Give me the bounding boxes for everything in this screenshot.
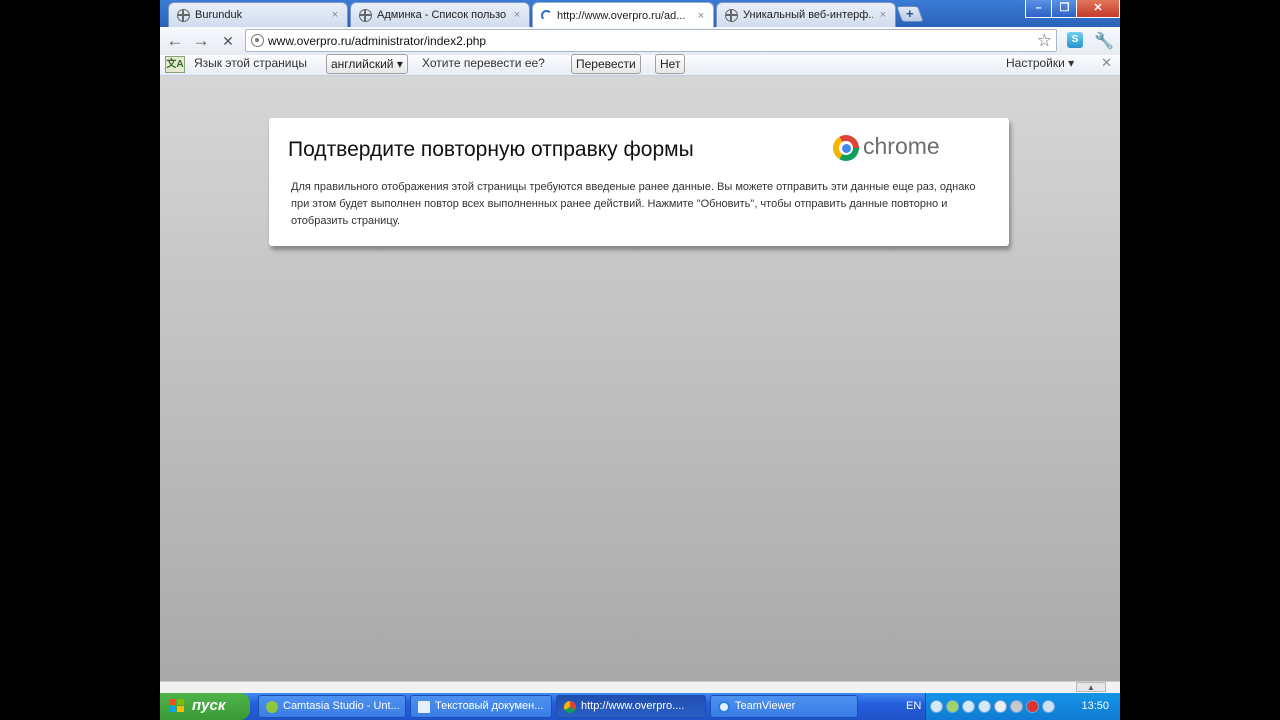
network-icon[interactable] (1010, 700, 1023, 713)
document-icon (418, 701, 430, 713)
tray-app-icon[interactable] (978, 700, 991, 713)
back-button[interactable]: ← (165, 31, 185, 51)
close-icon[interactable]: × (329, 9, 341, 21)
form-resubmission-dialog: Подтвердите повторную отправку формы chr… (269, 118, 1009, 246)
tab-strip: Burunduk × Админка - Список пользо... × … (160, 0, 1120, 28)
chrome-icon (564, 701, 576, 713)
forward-button[interactable]: → (191, 31, 211, 51)
url-text[interactable]: www.overpro.ru/administrator/index2.php (268, 34, 486, 48)
taskbar-item-label: TeamViewer (735, 700, 796, 712)
settings-menu[interactable]: Настройки ▾ (1006, 56, 1074, 70)
dialog-message: Для правильного отображения этой страниц… (291, 181, 976, 227)
page-icon (251, 34, 264, 47)
tray-app-icon[interactable] (962, 700, 975, 713)
globe-icon (725, 8, 738, 22)
scroll-up-icon[interactable]: ▲ (1076, 682, 1106, 692)
taskbar-item-label: Текстовый докумен... (435, 700, 544, 712)
close-icon[interactable]: × (877, 9, 889, 21)
tab-title: Burunduk (195, 9, 243, 21)
tray-app-icon[interactable] (946, 700, 959, 713)
browser-window: Burunduk × Админка - Список пользо... × … (160, 0, 1120, 720)
dialog-title: Подтвердите повторную отправку формы (288, 138, 694, 161)
steam-icon[interactable] (994, 700, 1007, 713)
tab-burunduk[interactable]: Burunduk × (168, 2, 348, 27)
globe-icon (177, 8, 190, 22)
taskbar-item-label: Camtasia Studio - Unt... (283, 700, 400, 712)
translate-infobar: 文A Язык этой страницы английский ▾ Хотит… (160, 54, 1120, 76)
tab-overpro-active[interactable]: http://www.overpro.ru/ad... × (532, 2, 714, 28)
tab-title: http://www.overpro.ru/ad... (557, 9, 686, 22)
globe-icon (359, 8, 372, 22)
system-tray: EN 13:50 (906, 693, 1120, 720)
close-icon[interactable]: × (511, 9, 523, 21)
new-tab-button[interactable]: + (896, 6, 924, 22)
extension-icon[interactable]: S (1067, 32, 1083, 48)
close-icon[interactable]: ✕ (1101, 55, 1112, 71)
chrome-logo-icon (833, 135, 859, 161)
start-label: пуск (192, 697, 226, 714)
chrome-brand-text: chrome (863, 133, 940, 159)
infobar-question: Хотите перевести ее? (422, 56, 545, 70)
minimize-button[interactable]: – (1025, 0, 1052, 18)
volume-icon[interactable] (1042, 700, 1055, 713)
translate-icon: 文A (165, 56, 185, 73)
bookmark-star-icon[interactable]: ☆ (1037, 31, 1052, 51)
stop-button[interactable]: ✕ (218, 31, 238, 51)
browser-toolbar: ← → ✕ www.overpro.ru/administrator/index… (160, 27, 1120, 56)
windows-flag-icon (169, 699, 185, 714)
taskbar-item-teamviewer[interactable]: TeamViewer (710, 695, 858, 718)
camtasia-icon (266, 701, 278, 713)
maximize-button[interactable]: ❐ (1051, 0, 1078, 18)
language-indicator[interactable]: EN (906, 700, 921, 712)
taskbar-item-browser[interactable]: http://www.overpro.... (556, 695, 706, 718)
teamviewer-icon (718, 701, 730, 713)
tab-title: Админка - Список пользо... (377, 9, 507, 21)
windows-taskbar: пуск Camtasia Studio - Unt... Текстовый … (160, 693, 1120, 720)
taskbar-item-camtasia[interactable]: Camtasia Studio - Unt... (258, 695, 406, 718)
loading-spinner-icon (541, 10, 552, 21)
tab-title: Уникальный веб-интерф... (743, 9, 873, 21)
translate-button[interactable]: Перевести (571, 54, 641, 74)
page-content: Подтвердите повторную отправку формы chr… (160, 76, 1120, 681)
tab-unique-web-interface[interactable]: Уникальный веб-интерф... × (716, 2, 896, 27)
close-icon[interactable]: × (695, 10, 707, 22)
language-select[interactable]: английский ▾ (326, 54, 408, 74)
taskbar-item-text-document[interactable]: Текстовый докумен... (410, 695, 552, 718)
address-bar[interactable]: www.overpro.ru/administrator/index2.php … (245, 29, 1057, 52)
wrench-menu-icon[interactable]: 🔧 (1094, 31, 1114, 51)
taskbar-item-label: http://www.overpro.... (581, 700, 685, 712)
start-button[interactable]: пуск (160, 693, 250, 720)
no-button[interactable]: Нет (655, 54, 686, 74)
tray-arrow-icon[interactable] (930, 700, 943, 713)
security-icon[interactable] (1026, 700, 1039, 713)
clock: 13:50 (1081, 700, 1109, 712)
plus-icon: + (906, 6, 914, 21)
tab-admin-users[interactable]: Админка - Список пользо... × (350, 2, 530, 27)
window-close-button[interactable]: ✕ (1076, 0, 1120, 18)
infobar-prompt: Язык этой страницы (194, 56, 307, 70)
